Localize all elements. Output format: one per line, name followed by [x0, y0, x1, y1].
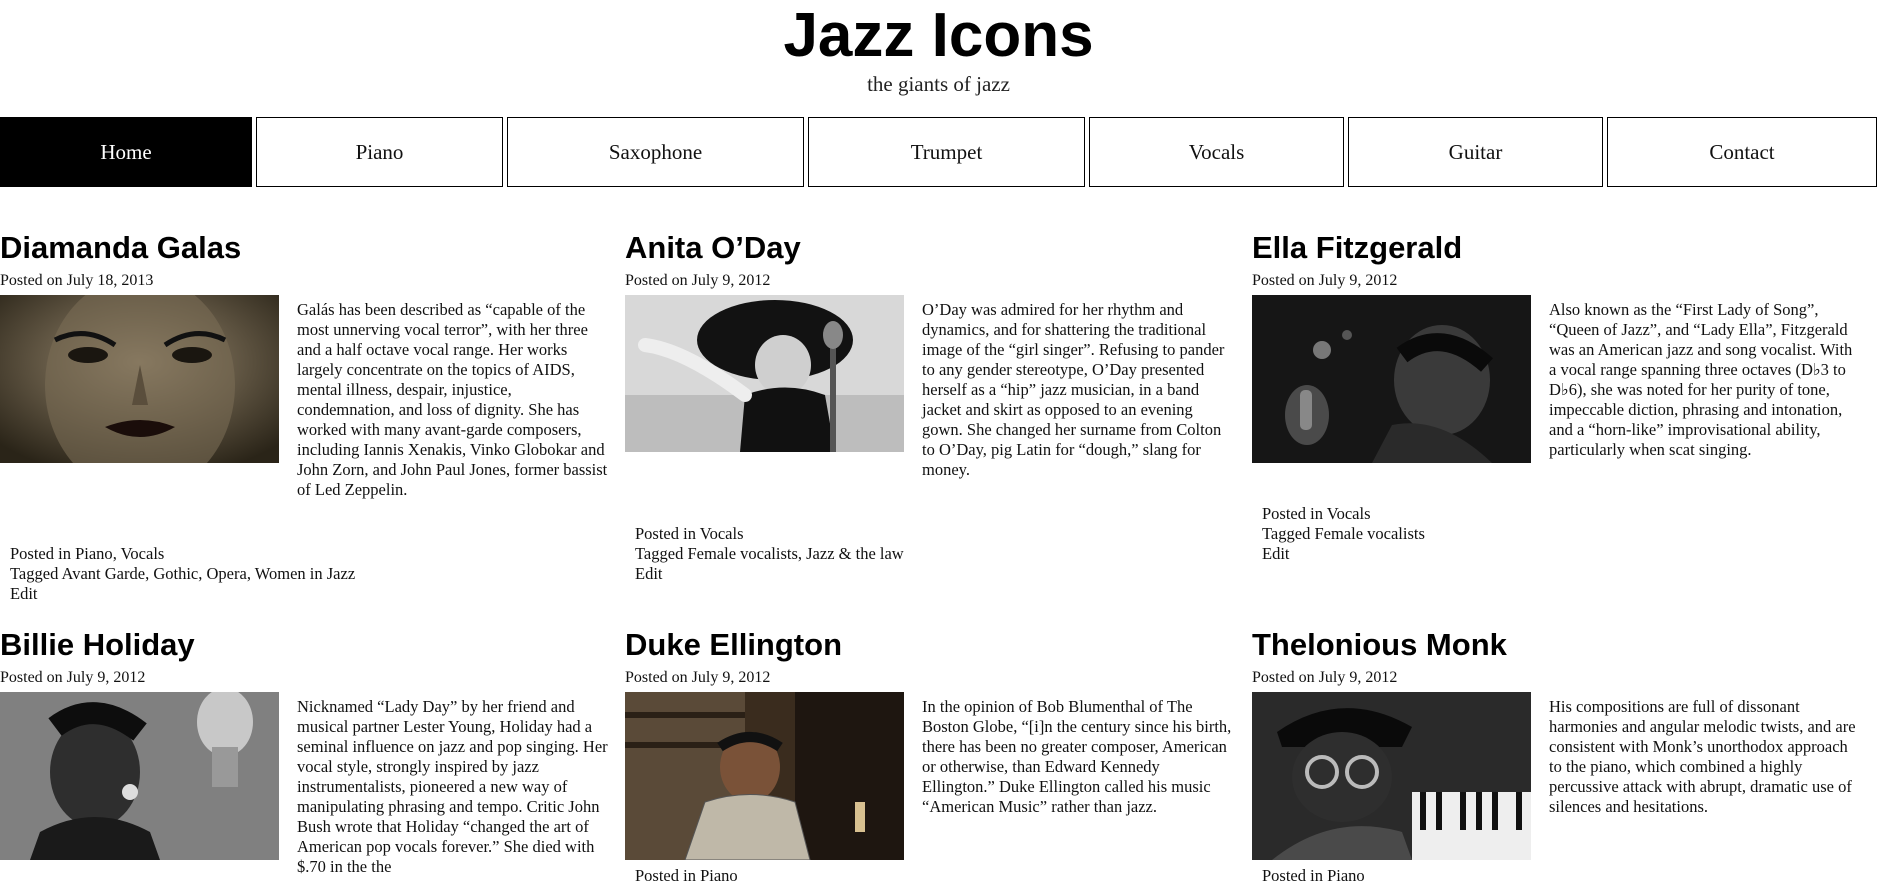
posted-in-label: Posted in	[1262, 866, 1323, 885]
posted-in-label: Posted in	[635, 866, 696, 885]
posted-on-label: Posted on	[1252, 272, 1315, 289]
post-date: Posted on July 9, 2012	[1252, 271, 1397, 291]
post-date-link[interactable]: July 18, 2013	[67, 272, 154, 289]
post-date-link[interactable]: July 9, 2012	[67, 669, 146, 686]
nav-trumpet[interactable]: Trumpet	[808, 117, 1085, 187]
category-link[interactable]: Piano	[1327, 866, 1365, 885]
post-date-link[interactable]: July 9, 2012	[692, 272, 771, 289]
site-title[interactable]: Jazz Icons	[0, 4, 1877, 68]
tag-link[interactable]: Opera	[207, 564, 247, 583]
post-title[interactable]: Diamanda Galas	[0, 230, 241, 266]
post-date: Posted on July 9, 2012	[0, 668, 145, 688]
posted-on-label: Posted on	[0, 669, 63, 686]
category-link[interactable]: Vocals	[121, 544, 165, 563]
post-excerpt: Also known as the “First Lady of Song”, …	[1549, 300, 1853, 459]
posted-in-label: Posted in	[635, 524, 696, 543]
post-date-link[interactable]: July 9, 2012	[1319, 272, 1398, 289]
post-date-link[interactable]: July 9, 2012	[1319, 669, 1398, 686]
category-link[interactable]: Vocals	[1327, 504, 1371, 523]
posted-in-label: Posted in	[1262, 504, 1323, 523]
separator: ,	[797, 544, 807, 563]
post-thumbnail[interactable]	[0, 692, 279, 860]
post-footer: Posted in Vocals Tagged Female vocalists…	[635, 524, 904, 584]
category-link[interactable]: Piano	[75, 544, 113, 563]
separator: ,	[112, 544, 121, 563]
posted-on-label: Posted on	[625, 669, 688, 686]
tagged-label: Tagged	[1262, 524, 1311, 543]
edit-link[interactable]: Edit	[1262, 544, 1290, 563]
post-title[interactable]: Thelonious Monk	[1252, 627, 1507, 663]
post-footer: Posted in Piano	[635, 866, 738, 885]
post-date: Posted on July 9, 2012	[625, 271, 770, 291]
post-date-link[interactable]: July 9, 2012	[692, 669, 771, 686]
nav-guitar[interactable]: Guitar	[1348, 117, 1603, 187]
post-date: Posted on July 18, 2013	[0, 271, 153, 291]
tag-link[interactable]: Gothic	[153, 564, 198, 583]
post-title[interactable]: Ella Fitzgerald	[1252, 230, 1462, 266]
nav-home[interactable]: Home	[0, 117, 252, 187]
post-date: Posted on July 9, 2012	[1252, 668, 1397, 688]
post-excerpt: O’Day was admired for her rhythm and dyn…	[922, 300, 1225, 479]
tagged-label: Tagged	[635, 544, 684, 563]
category-link[interactable]: Vocals	[700, 524, 744, 543]
post-excerpt: In the opinion of Bob Blumenthal of The …	[922, 697, 1232, 816]
posted-on-label: Posted on	[625, 272, 688, 289]
edit-link[interactable]: Edit	[10, 584, 38, 603]
post-thumbnail[interactable]	[625, 295, 904, 452]
tag-link[interactable]: Female vocalists	[687, 544, 797, 563]
separator: ,	[246, 564, 255, 583]
tagged-label: Tagged	[10, 564, 59, 583]
post-thumbnail[interactable]	[0, 295, 279, 463]
separator: ,	[198, 564, 207, 583]
post-footer: Posted in Piano	[1262, 866, 1365, 885]
post-date: Posted on July 9, 2012	[625, 668, 770, 688]
tag-link[interactable]: Women in Jazz	[255, 564, 355, 583]
site-description: the giants of jazz	[867, 72, 1010, 96]
nav-saxophone[interactable]: Saxophone	[507, 117, 804, 187]
post-excerpt: Nicknamed “Lady Day” by her friend and m…	[297, 697, 608, 876]
posted-on-label: Posted on	[1252, 669, 1315, 686]
post-excerpt: His compositions are full of dissonant h…	[1549, 697, 1856, 816]
tag-link[interactable]: Avant Garde	[62, 564, 146, 583]
post-title[interactable]: Duke Ellington	[625, 627, 842, 663]
posted-on-label: Posted on	[0, 272, 63, 289]
nav-piano[interactable]: Piano	[256, 117, 503, 187]
post-thumbnail[interactable]	[1252, 295, 1531, 463]
posted-in-label: Posted in	[10, 544, 71, 563]
post-title[interactable]: Billie Holiday	[0, 627, 195, 663]
post-thumbnail[interactable]	[1252, 692, 1531, 860]
post-excerpt: Galás has been described as “capable of …	[297, 300, 608, 499]
post-title[interactable]: Anita O’Day	[625, 230, 801, 266]
nav-vocals[interactable]: Vocals	[1089, 117, 1344, 187]
category-link[interactable]: Piano	[700, 866, 738, 885]
post-footer: Posted in Vocals Tagged Female vocalists…	[1262, 504, 1425, 564]
post-footer: Posted in Piano, Vocals Tagged Avant Gar…	[10, 544, 355, 604]
tag-link[interactable]: Female vocalists	[1314, 524, 1424, 543]
tag-link[interactable]: Jazz & the law	[806, 544, 904, 563]
nav-contact[interactable]: Contact	[1607, 117, 1877, 187]
edit-link[interactable]: Edit	[635, 564, 663, 583]
post-thumbnail[interactable]	[625, 692, 904, 860]
